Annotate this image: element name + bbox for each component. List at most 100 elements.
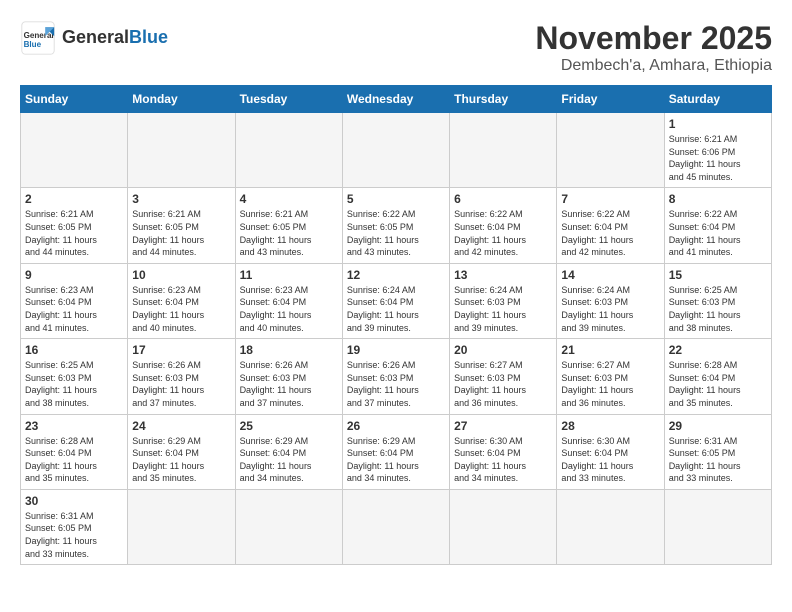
calendar-cell: 23Sunrise: 6:28 AM Sunset: 6:04 PM Dayli… [21,414,128,489]
calendar-week-6: 30 Sunrise: 6:31 AM Sunset: 6:05 PM Dayli… [21,489,772,564]
calendar-cell [342,113,449,188]
calendar-cell: 20 Sunrise: 6:27 AM Sunset: 6:03 PM Dayli… [450,339,557,414]
calendar-cell [21,113,128,188]
calendar-cell: 18 Sunrise: 6:26 AM Sunset: 6:03 PM Dayli… [235,339,342,414]
day-number: 5 [347,192,445,206]
day-info: Sunrise: 6:27 AM Sunset: 6:03 PM Dayligh… [561,359,659,409]
day-number: 9 [25,268,123,282]
calendar-header-row: SundayMondayTuesdayWednesdayThursdayFrid… [21,86,772,113]
calendar-week-1: 1Sunrise: 6:21 AM Sunset: 6:06 PM Daylig… [21,113,772,188]
day-info: Sunrise: 6:24 AM Sunset: 6:04 PM Dayligh… [347,284,445,334]
day-info: Sunrise: 6:21 AM Sunset: 6:05 PM Dayligh… [240,208,338,258]
day-number: 29 [669,419,767,433]
calendar-cell: 30 Sunrise: 6:31 AM Sunset: 6:05 PM Dayli… [21,489,128,564]
calendar-header-tuesday: Tuesday [235,86,342,113]
day-number: 8 [669,192,767,206]
day-number: 3 [132,192,230,206]
calendar-cell [235,113,342,188]
day-info: Sunrise: 6:29 AM Sunset: 6:04 PM Dayligh… [132,435,230,485]
day-number: 2 [25,192,123,206]
day-number: 24 [132,419,230,433]
day-info: Sunrise: 6:30 AM Sunset: 6:04 PM Dayligh… [561,435,659,485]
day-info: Sunrise: 6:25 AM Sunset: 6:03 PM Dayligh… [25,359,123,409]
calendar-cell: 15 Sunrise: 6:25 AM Sunset: 6:03 PM Dayli… [664,263,771,338]
page-header: General Blue GeneralBlue November 2025 D… [20,20,772,75]
calendar-cell: 6Sunrise: 6:22 AM Sunset: 6:04 PM Daylig… [450,188,557,263]
day-info: Sunrise: 6:21 AM Sunset: 6:06 PM Dayligh… [669,133,767,183]
calendar-cell: 4Sunrise: 6:21 AM Sunset: 6:05 PM Daylig… [235,188,342,263]
location-title: Dembech'a, Amhara, Ethiopia [535,57,772,75]
day-info: Sunrise: 6:27 AM Sunset: 6:03 PM Dayligh… [454,359,552,409]
day-info: Sunrise: 6:28 AM Sunset: 6:04 PM Dayligh… [669,359,767,409]
calendar-cell [342,489,449,564]
day-number: 7 [561,192,659,206]
calendar-cell [450,489,557,564]
calendar-cell: 9Sunrise: 6:23 AM Sunset: 6:04 PM Daylig… [21,263,128,338]
calendar-cell: 24 Sunrise: 6:29 AM Sunset: 6:04 PM Dayli… [128,414,235,489]
day-info: Sunrise: 6:25 AM Sunset: 6:03 PM Dayligh… [669,284,767,334]
calendar-cell: 10 Sunrise: 6:23 AM Sunset: 6:04 PM Dayli… [128,263,235,338]
calendar-cell [664,489,771,564]
day-number: 11 [240,268,338,282]
calendar-cell: 8 Sunrise: 6:22 AM Sunset: 6:04 PM Daylig… [664,188,771,263]
calendar-cell: 29 Sunrise: 6:31 AM Sunset: 6:05 PM Dayli… [664,414,771,489]
calendar-cell [557,113,664,188]
day-number: 10 [132,268,230,282]
calendar-cell: 1Sunrise: 6:21 AM Sunset: 6:06 PM Daylig… [664,113,771,188]
day-info: Sunrise: 6:26 AM Sunset: 6:03 PM Dayligh… [132,359,230,409]
day-info: Sunrise: 6:23 AM Sunset: 6:04 PM Dayligh… [240,284,338,334]
calendar-cell: 19 Sunrise: 6:26 AM Sunset: 6:03 PM Dayli… [342,339,449,414]
day-number: 18 [240,343,338,357]
calendar-cell [557,489,664,564]
day-info: Sunrise: 6:26 AM Sunset: 6:03 PM Dayligh… [240,359,338,409]
logo-icon: General Blue [20,20,56,56]
calendar-week-5: 23Sunrise: 6:28 AM Sunset: 6:04 PM Dayli… [21,414,772,489]
calendar-cell: 25Sunrise: 6:29 AM Sunset: 6:04 PM Dayli… [235,414,342,489]
day-info: Sunrise: 6:31 AM Sunset: 6:05 PM Dayligh… [669,435,767,485]
month-title: November 2025 [535,20,772,57]
day-info: Sunrise: 6:31 AM Sunset: 6:05 PM Dayligh… [25,510,123,560]
day-number: 20 [454,343,552,357]
day-info: Sunrise: 6:23 AM Sunset: 6:04 PM Dayligh… [132,284,230,334]
calendar-cell: 2 Sunrise: 6:21 AM Sunset: 6:05 PM Daylig… [21,188,128,263]
day-info: Sunrise: 6:24 AM Sunset: 6:03 PM Dayligh… [454,284,552,334]
day-info: Sunrise: 6:29 AM Sunset: 6:04 PM Dayligh… [347,435,445,485]
day-number: 14 [561,268,659,282]
day-number: 13 [454,268,552,282]
calendar-cell: 17Sunrise: 6:26 AM Sunset: 6:03 PM Dayli… [128,339,235,414]
calendar-week-3: 9 Sunrise: 6:23 AM Sunset: 6:04 PM Daylig… [21,263,772,338]
calendar-body: 1Sunrise: 6:21 AM Sunset: 6:06 PM Daylig… [21,113,772,565]
calendar-cell: 7Sunrise: 6:22 AM Sunset: 6:04 PM Daylig… [557,188,664,263]
calendar-cell [235,489,342,564]
day-number: 15 [669,268,767,282]
calendar-cell [450,113,557,188]
day-info: Sunrise: 6:24 AM Sunset: 6:03 PM Dayligh… [561,284,659,334]
day-number: 26 [347,419,445,433]
logo: General Blue GeneralBlue [20,20,168,56]
day-info: Sunrise: 6:21 AM Sunset: 6:05 PM Dayligh… [25,208,123,258]
calendar-cell: 3Sunrise: 6:21 AM Sunset: 6:05 PM Daylig… [128,188,235,263]
day-number: 21 [561,343,659,357]
calendar: SundayMondayTuesdayWednesdayThursdayFrid… [20,85,772,565]
day-number: 19 [347,343,445,357]
calendar-cell: 14 Sunrise: 6:24 AM Sunset: 6:03 PM Dayli… [557,263,664,338]
day-number: 30 [25,494,123,508]
calendar-header-monday: Monday [128,86,235,113]
calendar-header-friday: Friday [557,86,664,113]
calendar-cell: 5Sunrise: 6:22 AM Sunset: 6:05 PM Daylig… [342,188,449,263]
svg-text:General: General [24,31,54,40]
calendar-header-wednesday: Wednesday [342,86,449,113]
day-number: 16 [25,343,123,357]
day-info: Sunrise: 6:29 AM Sunset: 6:04 PM Dayligh… [240,435,338,485]
calendar-header-saturday: Saturday [664,86,771,113]
calendar-cell: 16 Sunrise: 6:25 AM Sunset: 6:03 PM Dayli… [21,339,128,414]
day-number: 27 [454,419,552,433]
day-info: Sunrise: 6:22 AM Sunset: 6:04 PM Dayligh… [669,208,767,258]
day-number: 23 [25,419,123,433]
calendar-header-sunday: Sunday [21,86,128,113]
day-info: Sunrise: 6:26 AM Sunset: 6:03 PM Dayligh… [347,359,445,409]
logo-text: GeneralBlue [62,28,168,48]
day-number: 22 [669,343,767,357]
calendar-cell: 27Sunrise: 6:30 AM Sunset: 6:04 PM Dayli… [450,414,557,489]
day-number: 28 [561,419,659,433]
